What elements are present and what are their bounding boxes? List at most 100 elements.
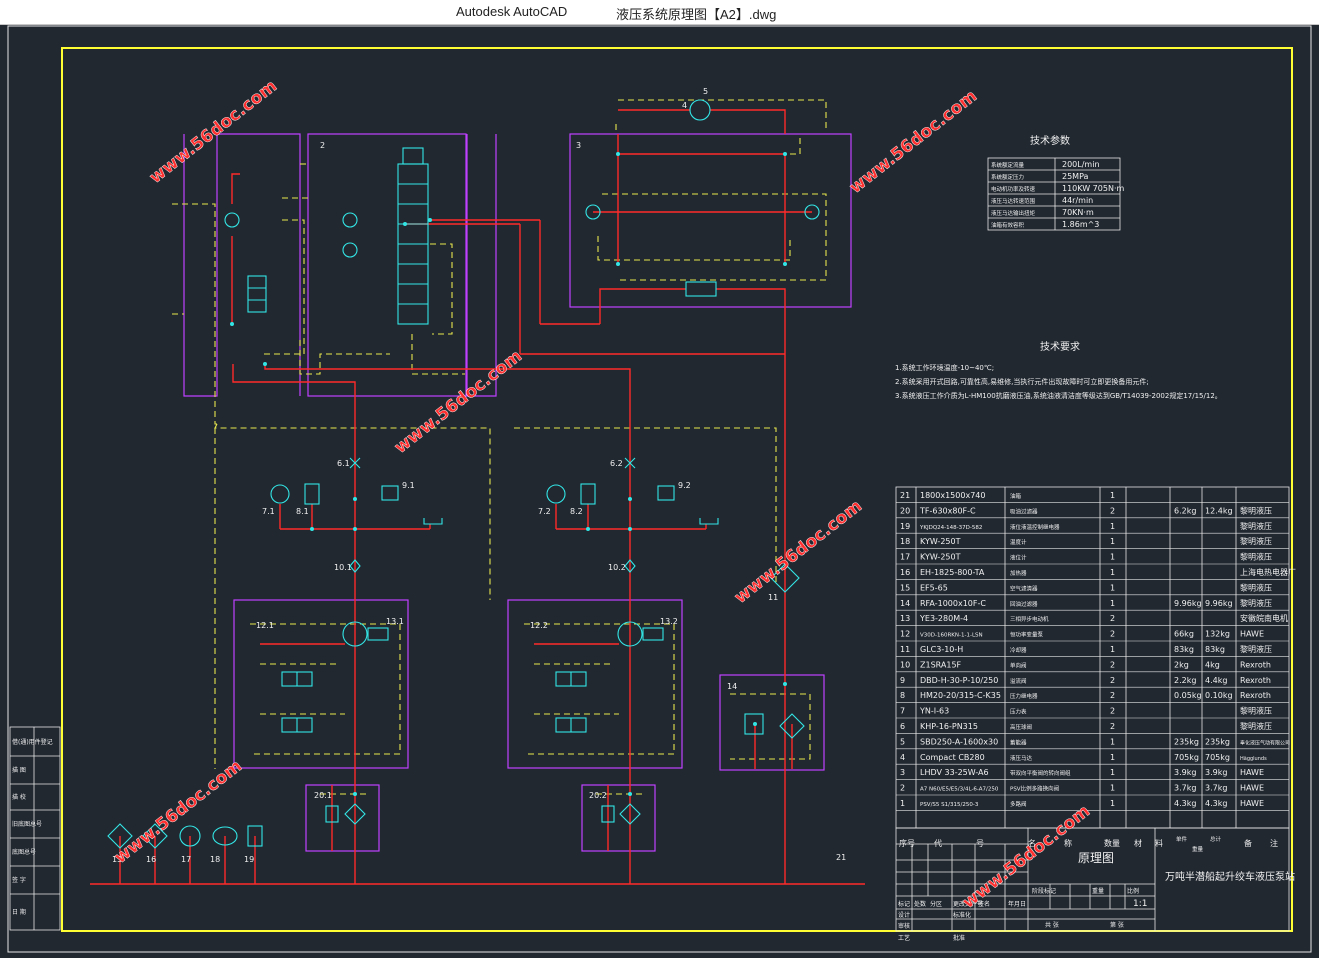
component-label: 7.2	[538, 507, 551, 516]
bom-note: 上海电热电器厂	[1240, 567, 1296, 577]
bom-no: 16	[900, 568, 910, 577]
bom-code: KYW-250T	[920, 553, 961, 562]
bom-code: A7 N60/E5/E5/3/4L-6-A7/250	[920, 787, 999, 793]
bom-note: Hägglunds	[1240, 756, 1267, 762]
tech-param-name: 系统额定压力	[991, 173, 1024, 181]
bom-header-cell: 号	[976, 839, 984, 848]
component-label: 5	[703, 87, 708, 96]
bom-name: 温度计	[1010, 538, 1027, 546]
component-label: 21	[836, 853, 846, 862]
bom-header-cell: 序号	[899, 838, 915, 848]
watermark: www.56doc.com	[391, 346, 526, 458]
bom-header-cell: 总计	[1210, 835, 1222, 843]
bom-note: 安徽皖南电机	[1240, 613, 1288, 623]
component-boundaries	[183, 133, 852, 852]
bom-code: HM20-20/315-C-K35	[920, 691, 1001, 700]
bom-qty: 1	[1110, 583, 1115, 592]
side-label: 借(通)用件登记	[12, 738, 53, 746]
component-label: 12.1	[256, 621, 274, 630]
component-label: 20.1	[314, 791, 332, 800]
bom-no: 1	[900, 799, 905, 808]
bom-qty: 1	[1110, 737, 1115, 746]
bom-qty: 1	[1110, 753, 1115, 762]
title-block-label-stage-mark: 阶段标记	[1032, 887, 1056, 895]
bom-note: 黎明液压	[1240, 521, 1272, 531]
bom-code: PSV/S5 S1/315/250-3	[920, 802, 979, 808]
bom-code: Compact CB280	[920, 753, 985, 762]
component-label: 18	[210, 855, 220, 864]
bom-qty: 2	[1110, 506, 1115, 515]
bom-note: Rexroth	[1240, 676, 1271, 685]
bom-weight-total: 12.4kg	[1205, 506, 1233, 515]
bom-code: GLC3-10-H	[920, 645, 963, 654]
bom-weight-total: 132kg	[1205, 630, 1230, 639]
app-title: Autodesk AutoCAD	[456, 4, 568, 19]
bom-note: 黎明液压	[1240, 505, 1272, 515]
bom-code: EH-1825-800-TA	[920, 568, 985, 577]
bom-no: 7	[900, 707, 905, 716]
bom-qty: 1	[1110, 491, 1115, 500]
bom-qty: 1	[1110, 768, 1115, 777]
bom-note: HAWE	[1240, 799, 1264, 808]
title-block-label-zone: 分区	[930, 900, 942, 908]
bom-no: 11	[900, 645, 910, 654]
bom-note: 黎明液压	[1240, 721, 1272, 731]
component-label: 17	[181, 855, 191, 864]
bom-weight-total: 3.9kg	[1205, 768, 1227, 777]
bom-name: 高压球阀	[1010, 723, 1032, 731]
bom-code: DBD-H-30-P-10/250	[920, 676, 998, 685]
component-label: 14	[727, 682, 737, 691]
bom-qty: 1	[1110, 537, 1115, 546]
bom-note: HAWE	[1240, 784, 1264, 793]
bom-name: 吸油过滤器	[1010, 507, 1038, 515]
bom-code: SBD250-A-1600x30	[920, 737, 998, 746]
bom-weight-total: 705kg	[1205, 753, 1230, 762]
side-label: 旧底图总号	[12, 820, 42, 828]
bom-qty: 1	[1110, 799, 1115, 808]
bom-note: 黎明液压	[1240, 582, 1272, 592]
bom-weight-total: 9.96kg	[1205, 599, 1233, 608]
component-label: 10.1	[334, 563, 352, 572]
cad-drawing-canvas[interactable]: 借(通)用件登记描 图描 校旧底图总号底图总号签 字日 期 2 3456.1 6…	[0, 24, 1319, 958]
bom-no: 17	[900, 553, 910, 562]
bom-code: EF5-65	[920, 583, 948, 592]
bom-qty: 1	[1110, 568, 1115, 577]
bom-header-cell: 注	[1270, 838, 1278, 848]
bom-code: LHDV 33-25W-A6	[920, 768, 989, 777]
bom-no: 10	[900, 660, 910, 669]
bom-code: YE3-280M-4	[919, 614, 968, 623]
bom-name: PSV比例多路换向阀	[1010, 785, 1059, 793]
bom-weight-total: 4.4kg	[1205, 676, 1227, 685]
bom-weight-unit: 705kg	[1174, 753, 1199, 762]
bom-code: YN-I-63	[919, 707, 949, 716]
bom-header-cell: 数量	[1104, 838, 1120, 848]
component-label: 13.2	[660, 617, 678, 626]
bom-header-cell: 备	[1244, 838, 1252, 848]
bom-header-cell: 重量	[1192, 845, 1204, 853]
bom-code: 1800x1500x740	[920, 491, 985, 500]
title-block-labels: 标记 处数 分区 更改文件号签名 年月日设计 标准化阶段标记 重量 比例审核工艺 批准共 张第 …	[898, 887, 1139, 942]
bom-no: 5	[900, 737, 905, 746]
bom-name: 回油过滤器	[1010, 600, 1038, 608]
bom-name: 单向阀	[1010, 661, 1027, 669]
bom-weight-total: 83kg	[1205, 645, 1225, 654]
title-block-label-approve: 批准	[953, 934, 965, 942]
bom-no: 13	[900, 614, 910, 623]
bom-code: KHP-16-PN315	[920, 722, 978, 731]
component-label: 6.2	[610, 459, 623, 468]
bom-qty: 1	[1110, 599, 1115, 608]
component-label: 8.1	[296, 507, 309, 516]
title-block-label-mark: 标记	[898, 900, 910, 908]
bom-weight-unit: 4.3kg	[1174, 799, 1196, 808]
bom-name: 带双向平衡阀的转向阀组	[1010, 769, 1071, 777]
side-label: 描 校	[12, 793, 26, 801]
component-label: 11	[768, 593, 778, 602]
bom-qty: 1	[1110, 553, 1115, 562]
tech-param-name: 电动机功率及转速	[991, 185, 1036, 193]
side-label-group: 借(通)用件登记描 图描 校旧底图总号底图总号签 字日 期	[12, 738, 53, 916]
bom-code: V30D-160RKN-1-1-LSN	[920, 633, 983, 639]
bom-no: 14	[900, 599, 910, 608]
tech-param-name: 系统额定流量	[991, 161, 1025, 169]
bom-qty: 2	[1110, 660, 1115, 669]
side-label: 签 字	[12, 876, 26, 884]
